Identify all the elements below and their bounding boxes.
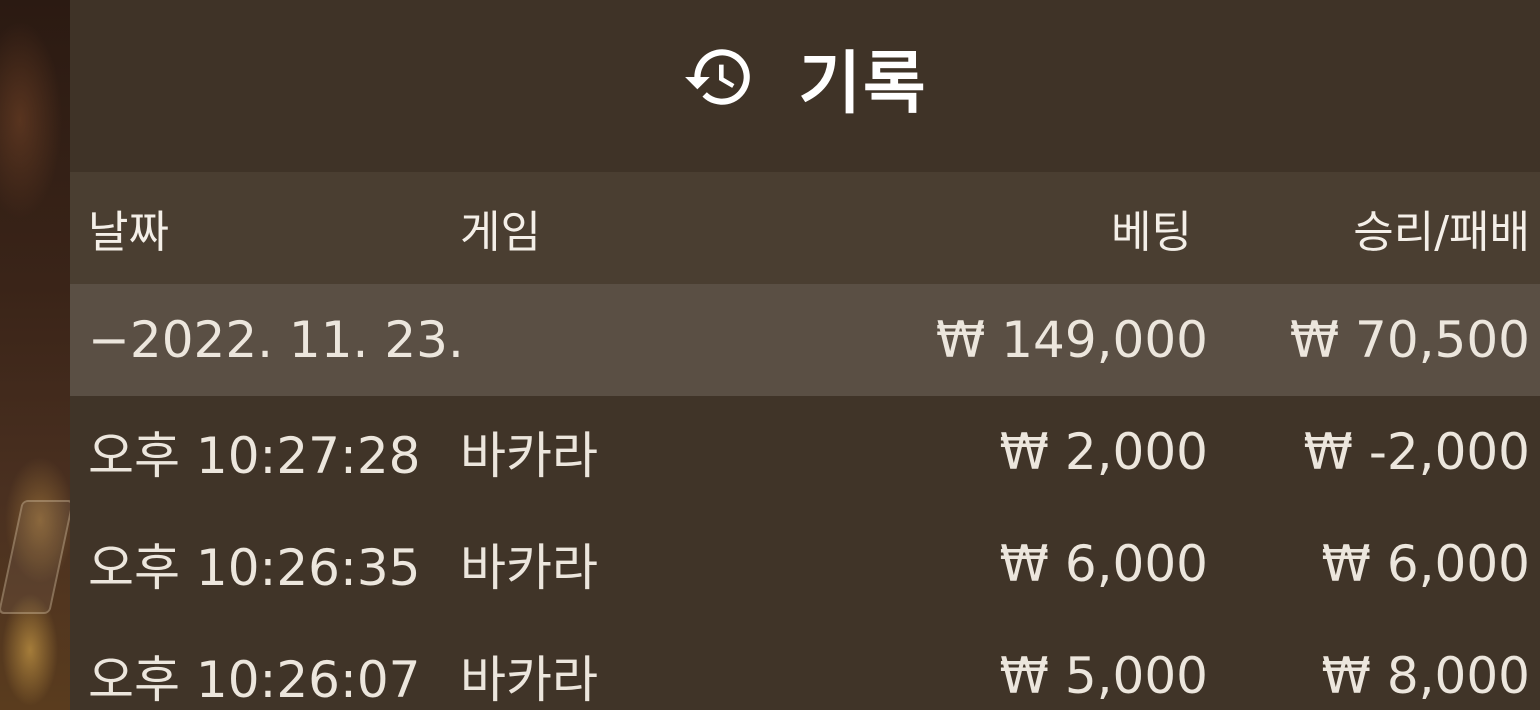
history-panel: 기록 날짜 게임 베팅 승리/패배 −2022. 11. 23. ₩ 149,0… (70, 0, 1540, 710)
background-scene (0, 0, 75, 710)
page-title: 기록 (798, 44, 928, 124)
history-icon (685, 49, 751, 105)
header-title-group: 기록 (682, 28, 927, 127)
history-table: 날짜 게임 베팅 승리/패배 −2022. 11. 23. ₩ 149,000 … (70, 172, 1540, 710)
row-game: 바카라 (460, 427, 598, 485)
table-row[interactable]: 오후 10:27:28 바카라 ₩ 2,000 ₩ -2,000 (70, 396, 1540, 508)
table-row[interactable]: 오후 10:26:35 바카라 ₩ 6,000 ₩ 6,000 (70, 508, 1540, 620)
table-header-row: 날짜 게임 베팅 승리/패배 (70, 172, 1540, 284)
row-time: 오후 10:27:28 (88, 427, 421, 485)
background-glass-decoration (0, 500, 75, 614)
date-group-label: −2022. 11. 23. (88, 311, 464, 369)
row-bet: ₩ 2,000 (999, 423, 1208, 481)
column-header-bet[interactable]: 베팅 (1111, 172, 1192, 284)
row-time: 오후 10:26:35 (88, 539, 421, 597)
row-time: 오후 10:26:07 (88, 651, 421, 709)
date-group-bet-total: ₩ 149,000 (935, 311, 1208, 369)
column-header-game[interactable]: 게임 (460, 172, 541, 284)
date-group-win-loss-total: ₩ 70,500 (1289, 311, 1530, 369)
row-bet: ₩ 5,000 (999, 647, 1208, 705)
panel-header: 기록 (70, 0, 1540, 172)
row-win-loss: ₩ 8,000 (1321, 647, 1530, 705)
row-bet: ₩ 6,000 (999, 535, 1208, 593)
column-header-win-loss[interactable]: 승리/패배 (1353, 172, 1530, 284)
row-win-loss: ₩ -2,000 (1303, 423, 1530, 481)
column-header-date[interactable]: 날짜 (88, 172, 169, 284)
row-game: 바카라 (460, 651, 598, 709)
row-game: 바카라 (460, 539, 598, 597)
table-row[interactable]: 오후 10:26:07 바카라 ₩ 5,000 ₩ 8,000 (70, 620, 1540, 710)
row-win-loss: ₩ 6,000 (1321, 535, 1530, 593)
date-group-row[interactable]: −2022. 11. 23. ₩ 149,000 ₩ 70,500 (70, 284, 1540, 396)
